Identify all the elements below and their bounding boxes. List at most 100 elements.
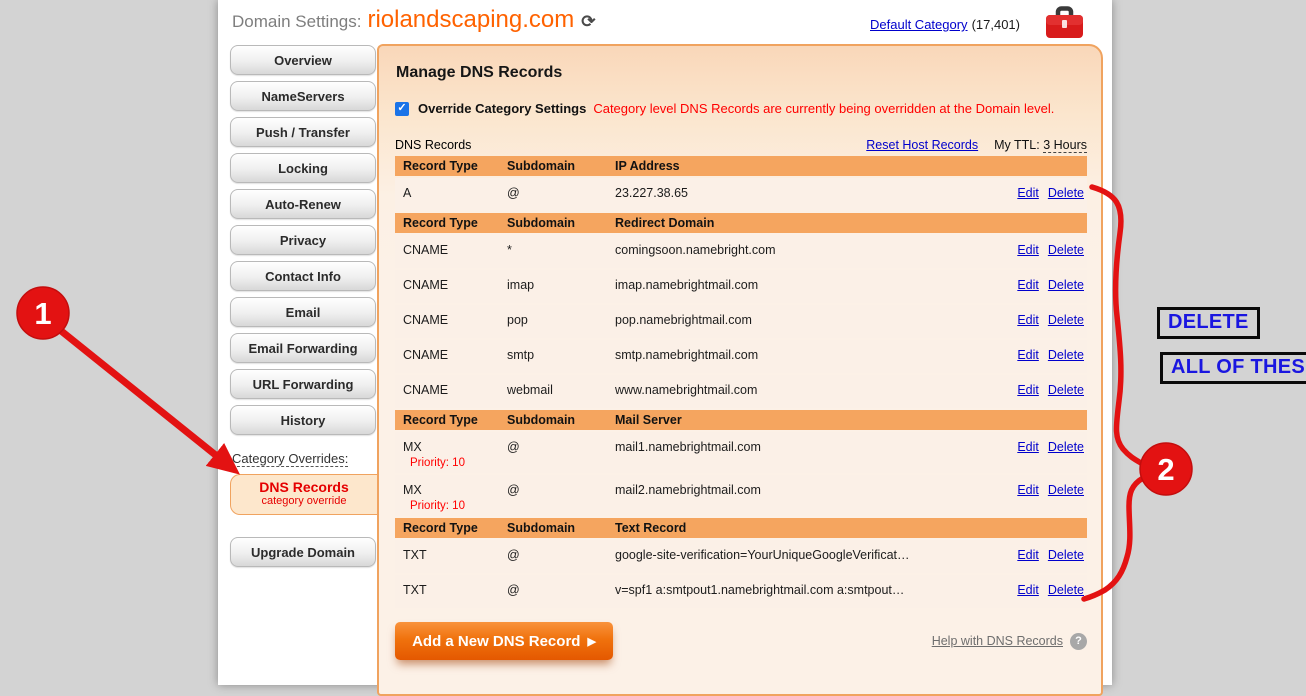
delete-link[interactable]: Delete [1048,483,1084,497]
manage-dns-panel: Manage DNS Records Override Category Set… [377,44,1103,696]
table-meta-row: DNS Records Reset Host Records My TTL: 3… [395,138,1087,156]
record-type-value: MX [403,440,507,454]
category-header: Default Category (17,401) [870,17,1020,32]
annotation-number-2: 2 [1157,452,1174,487]
table-row: CNAMEimapimap.namebrightmail.comEditDele… [395,270,1087,303]
subdomain-cell: @ [507,583,615,597]
edit-link[interactable]: Edit [1017,348,1039,362]
table-row: MXPriority: 10@mail1.namebrightmail.comE… [395,432,1087,473]
table-section-header: Record TypeSubdomainRedirect Domain [395,213,1087,233]
delete-link[interactable]: Delete [1048,278,1084,292]
delete-link[interactable]: Delete [1048,548,1084,562]
record-value-cell: mail2.namebrightmail.com [615,483,969,497]
edit-link[interactable]: Edit [1017,583,1039,597]
page-title-label: Domain Settings: [232,12,361,31]
record-value-cell: pop.namebrightmail.com [615,313,969,327]
record-type-cell: CNAME [395,243,507,257]
record-value-cell: www.namebrightmail.com [615,383,969,397]
ttl-label: My TTL: [994,138,1040,152]
sidebar-item-contact-info[interactable]: Contact Info [230,261,376,291]
default-category-count: (17,401) [972,17,1020,32]
dns-override-subtitle: category override [233,495,375,508]
delete-link[interactable]: Delete [1048,313,1084,327]
record-type-cell: CNAME [395,348,507,362]
record-type-value: A [403,186,507,200]
subdomain-cell: pop [507,313,615,327]
record-type-cell: A [395,186,507,200]
record-type-cell: CNAME [395,383,507,397]
panel-footer: Add a New DNS Record ▶ Help with DNS Rec… [395,622,1087,660]
row-actions: Edit Delete [969,348,1087,362]
delete-link[interactable]: Delete [1048,243,1084,257]
column-header-record-type: Record Type [395,521,507,535]
subdomain-cell: webmail [507,383,615,397]
delete-link[interactable]: Delete [1048,440,1084,454]
delete-link[interactable]: Delete [1048,186,1084,200]
record-type-value: CNAME [403,278,507,292]
dns-records-label: DNS Records [395,138,471,152]
record-type-cell: CNAME [395,313,507,327]
delete-link[interactable]: Delete [1048,348,1084,362]
dns-override-title: DNS Records [233,480,375,495]
help-dns-records-link[interactable]: Help with DNS Records [932,634,1063,648]
record-value-cell: comingsoon.namebright.com [615,243,969,257]
question-mark-icon[interactable]: ? [1070,633,1087,650]
edit-link[interactable]: Edit [1017,278,1039,292]
sidebar-item-email-forwarding[interactable]: Email Forwarding [230,333,376,363]
table-row: TXT@google-site-verification=YourUniqueG… [395,540,1087,573]
override-category-checkbox[interactable] [395,102,409,116]
record-value-cell: 23.227.38.65 [615,186,969,200]
row-actions: Edit Delete [969,313,1087,327]
row-actions: Edit Delete [969,243,1087,257]
override-settings-row: Override Category Settings Category leve… [395,101,1087,116]
column-header-record-type: Record Type [395,413,507,427]
ttl-value[interactable]: 3 Hours [1043,138,1087,153]
column-header-record-type: Record Type [395,216,507,230]
category-overrides-label[interactable]: Category Overrides: [232,451,348,467]
sidebar-item-locking[interactable]: Locking [230,153,376,183]
upgrade-domain-button[interactable]: Upgrade Domain [230,537,376,567]
domain-name: riolandscaping.com [367,6,574,33]
edit-link[interactable]: Edit [1017,186,1039,200]
record-type-cell: MX Priority: 10 [395,440,507,469]
record-type-cell: CNAME [395,278,507,292]
edit-link[interactable]: Edit [1017,383,1039,397]
reset-host-records-link[interactable]: Reset Host Records [866,138,978,152]
record-type-value: MX [403,483,507,497]
edit-link[interactable]: Edit [1017,243,1039,257]
subdomain-cell: @ [507,186,615,200]
default-category-link[interactable]: Default Category [870,17,968,32]
refresh-icon[interactable]: ⟳ [581,12,595,31]
arrow-right-icon: ▶ [587,635,595,648]
record-type-cell: MXPriority: 10 [395,483,507,512]
annotation-delete-label: DELETE [1157,307,1260,339]
subdomain-cell: * [507,243,615,257]
edit-link[interactable]: Edit [1017,440,1039,454]
record-priority: Priority: 10 [403,457,507,469]
sidebar-item-push-transfer[interactable]: Push / Transfer [230,117,376,147]
column-header-record-type: Record Type [395,159,507,173]
sidebar-item-nameservers[interactable]: NameServers [230,81,376,111]
subdomain-cell: @ [507,440,615,454]
sidebar-item-privacy[interactable]: Privacy [230,225,376,255]
edit-link[interactable]: Edit [1017,548,1039,562]
override-notice-text: Category level DNS Records are currently… [593,101,1054,116]
sidebar-item-email[interactable]: Email [230,297,376,327]
sidebar-item-url-forwarding[interactable]: URL Forwarding [230,369,376,399]
sidebar-item-history[interactable]: History [230,405,376,435]
table-row: CNAMEsmtpsmtp.namebrightmail.comEditDele… [395,340,1087,373]
sidebar-item-dns-records-override[interactable]: DNS Records category override [230,474,377,515]
record-type-value: TXT [403,548,507,562]
toolbox-icon[interactable] [1044,6,1085,45]
sidebar-item-auto-renew[interactable]: Auto-Renew [230,189,376,219]
sidebar-item-overview[interactable]: Overview [230,45,376,75]
edit-link[interactable]: Edit [1017,313,1039,327]
add-dns-record-button[interactable]: Add a New DNS Record ▶ [395,622,613,660]
sidebar-buttons: Overview NameServers Push / Transfer Lockin… [230,45,376,435]
column-header-subdomain: Subdomain [507,521,615,535]
delete-link[interactable]: Delete [1048,383,1084,397]
table-section-header: Record TypeSubdomainMail Server [395,410,1087,430]
edit-link[interactable]: Edit [1017,483,1039,497]
record-value-cell: v=spf1 a:smtpout1.namebrightmail.com a:s… [615,583,969,597]
delete-link[interactable]: Delete [1048,583,1084,597]
